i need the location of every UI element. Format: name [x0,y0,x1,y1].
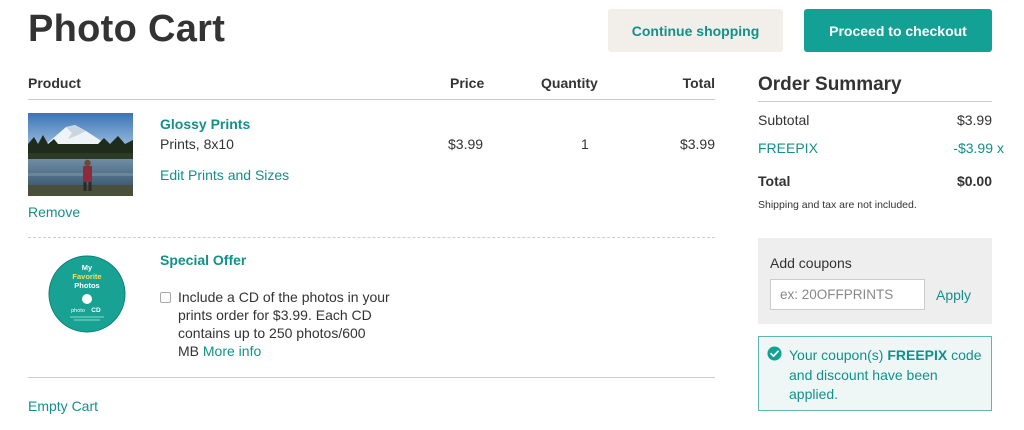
notice-prefix: Your coupon(s) [789,347,888,363]
total-value: $0.00 [956,173,992,189]
coupon-discount-row: -$3.99 x [953,140,1004,156]
shipping-tax-note: Shipping and tax are not included. [758,199,917,211]
column-header-total: Total [682,75,715,91]
cd-brand: photo [71,308,85,314]
include-cd-checkbox[interactable] [160,292,171,303]
continue-shopping-button[interactable]: Continue shopping [608,9,783,52]
cd-text: CD [91,307,101,314]
total-label: Total [758,173,791,189]
page-title: Photo Cart [28,8,226,50]
coupon-notice-text: Your coupon(s) FREEPIX code and discount… [789,346,989,405]
empty-cart-link[interactable]: Empty Cart [28,398,98,414]
summary-divider [758,101,992,102]
product-description: Prints, 8x10 [160,136,234,152]
item-price: $3.99 [448,136,484,152]
header-divider [28,99,715,100]
coupon-panel: Add coupons Apply [758,238,992,324]
cd-label-line2: Favorite [72,272,101,281]
item-total: $3.99 [679,136,715,152]
subtotal-value: $3.99 [956,112,992,128]
special-offer-description: Include a CD of the photos in your print… [178,288,390,360]
cd-label-line3: Photos [74,281,99,290]
product-thumbnail[interactable] [28,113,133,196]
remove-item-link[interactable]: Remove [28,204,80,220]
column-header-product: Product [28,75,81,91]
order-summary-title: Order Summary [758,74,902,95]
remove-coupon-button[interactable]: x [997,140,1004,156]
column-header-quantity: Quantity [541,75,598,91]
checkout-button[interactable]: Proceed to checkout [804,9,992,52]
more-info-link[interactable]: More info [203,343,261,359]
coupon-code-input[interactable] [770,279,925,310]
cart-bottom-divider [28,377,715,378]
edit-prints-link[interactable]: Edit Prints and Sizes [160,167,289,183]
item-divider [28,237,715,238]
column-header-price: Price [450,75,485,91]
coupon-discount-value: -$3.99 [953,140,993,156]
check-circle-icon [767,346,782,361]
add-coupons-label: Add coupons [770,255,852,271]
product-name-link[interactable]: Glossy Prints [160,116,250,132]
cd-offer-image: My Favorite Photos photo CD [48,255,126,333]
subtotal-label: Subtotal [758,112,810,128]
cd-label-line1: My [82,263,93,272]
apply-coupon-button[interactable]: Apply [936,287,971,303]
special-offer-title: Special Offer [160,252,247,268]
notice-coupon-code: FREEPIX [887,347,948,363]
applied-coupon-code: FREEPIX [758,140,818,156]
coupon-applied-notice: Your coupon(s) FREEPIX code and discount… [758,336,992,411]
item-quantity: 1 [581,136,589,152]
